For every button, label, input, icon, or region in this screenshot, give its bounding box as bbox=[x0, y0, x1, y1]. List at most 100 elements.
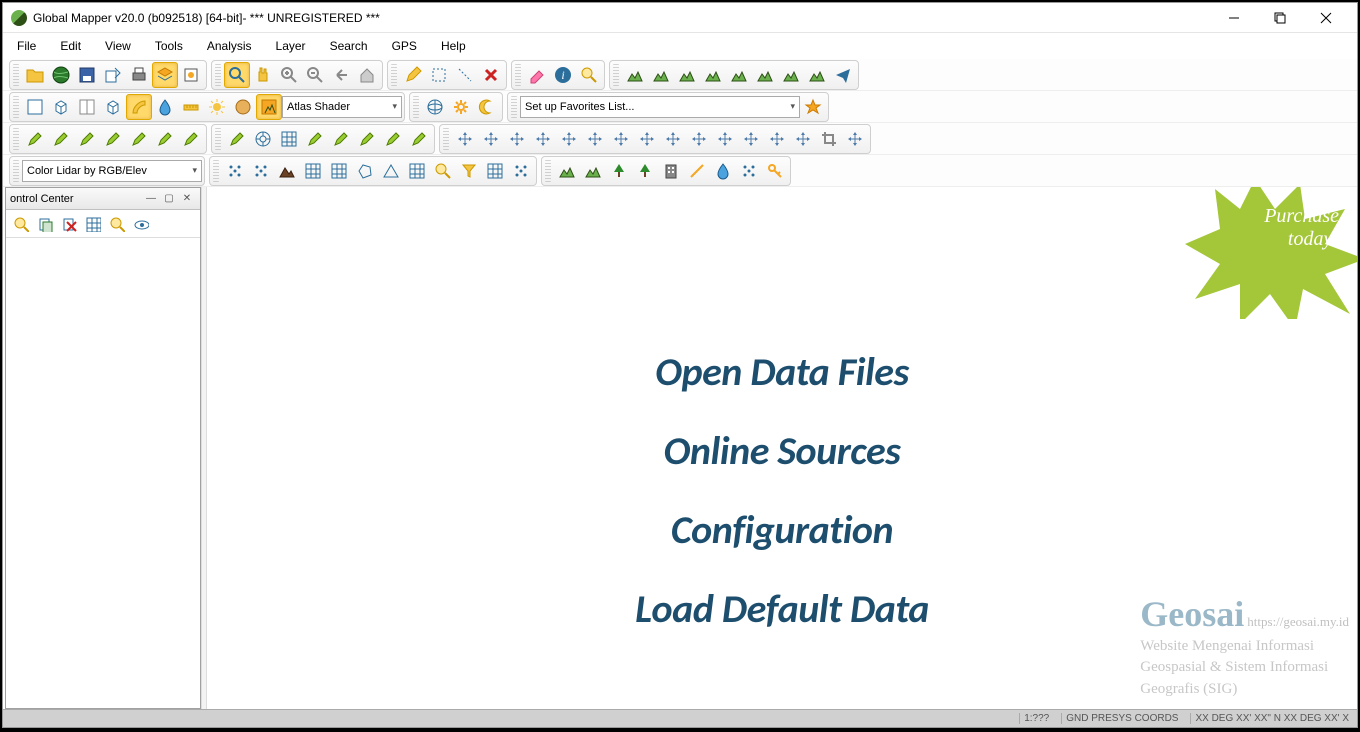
measure-button[interactable] bbox=[524, 62, 550, 88]
lidar-classify-button[interactable] bbox=[222, 158, 248, 184]
grip-icon[interactable] bbox=[215, 128, 221, 150]
atlas-shader-button[interactable] bbox=[256, 94, 282, 120]
paint-button[interactable] bbox=[126, 94, 152, 120]
panel-zoom-to-button[interactable] bbox=[10, 213, 32, 235]
terrain-5-button[interactable] bbox=[726, 62, 752, 88]
offset-button[interactable] bbox=[406, 126, 432, 152]
grip-icon[interactable] bbox=[13, 96, 19, 118]
open-button[interactable] bbox=[22, 62, 48, 88]
draw-freehand-button[interactable] bbox=[178, 126, 204, 152]
zoom-out-button[interactable] bbox=[302, 62, 328, 88]
save-button[interactable] bbox=[74, 62, 100, 88]
menu-help[interactable]: Help bbox=[431, 35, 476, 57]
draw-ellipse-button[interactable] bbox=[152, 126, 178, 152]
nudge-button[interactable] bbox=[660, 126, 686, 152]
grip-icon[interactable] bbox=[391, 64, 397, 86]
menu-view[interactable]: View bbox=[95, 35, 141, 57]
transform-crs-button[interactable] bbox=[764, 126, 790, 152]
view-3d-button[interactable] bbox=[48, 94, 74, 120]
minimize-button[interactable] bbox=[1211, 3, 1257, 33]
draw-area-button[interactable] bbox=[74, 126, 100, 152]
grip-icon[interactable] bbox=[443, 128, 449, 150]
grip-icon[interactable] bbox=[213, 160, 219, 182]
download-online-button[interactable] bbox=[48, 62, 74, 88]
zoom-in-button[interactable] bbox=[276, 62, 302, 88]
grid-create-button[interactable] bbox=[276, 126, 302, 152]
world-shading-button[interactable] bbox=[230, 94, 256, 120]
add-favorite-button[interactable] bbox=[800, 94, 826, 120]
menu-search[interactable]: Search bbox=[320, 35, 378, 57]
water-drop-button[interactable] bbox=[152, 94, 178, 120]
select-rect-button[interactable] bbox=[426, 62, 452, 88]
back-button[interactable] bbox=[328, 62, 354, 88]
lidar-extract-ground-button[interactable] bbox=[274, 158, 300, 184]
export-button[interactable] bbox=[100, 62, 126, 88]
class-powerline-button[interactable] bbox=[684, 158, 710, 184]
lidar-noise-button[interactable] bbox=[508, 158, 534, 184]
feature-info-button[interactable] bbox=[550, 62, 576, 88]
menu-file[interactable]: File bbox=[7, 35, 46, 57]
lidar-color-select[interactable]: Color Lidar by RGB/Elev▾ bbox=[22, 160, 202, 182]
panel-delete-button[interactable] bbox=[58, 213, 80, 235]
merge-feature-button[interactable] bbox=[380, 126, 406, 152]
lidar-density-button[interactable] bbox=[326, 158, 352, 184]
align-button[interactable] bbox=[582, 126, 608, 152]
close-button[interactable] bbox=[1303, 3, 1349, 33]
menu-gps[interactable]: GPS bbox=[382, 35, 427, 57]
crop-button[interactable] bbox=[816, 126, 842, 152]
georeference-button[interactable] bbox=[738, 126, 764, 152]
draw-circle-button[interactable] bbox=[126, 126, 152, 152]
reshape-button[interactable] bbox=[328, 126, 354, 152]
load-default-data-link[interactable]: Load Default Data bbox=[635, 584, 929, 633]
lidar-grid-button[interactable] bbox=[300, 158, 326, 184]
class-low-veg-button[interactable] bbox=[580, 158, 606, 184]
open-data-files-link[interactable]: Open Data Files bbox=[635, 347, 929, 396]
delete-feature-button[interactable] bbox=[478, 62, 504, 88]
grip-icon[interactable] bbox=[511, 96, 517, 118]
grip-icon[interactable] bbox=[515, 64, 521, 86]
grip-icon[interactable] bbox=[13, 64, 19, 86]
panel-grid-button[interactable] bbox=[82, 213, 104, 235]
globe-grid-button[interactable] bbox=[422, 94, 448, 120]
gear-button[interactable] bbox=[448, 94, 474, 120]
draw-rect-button[interactable] bbox=[100, 126, 126, 152]
menu-edit[interactable]: Edit bbox=[50, 35, 91, 57]
terrain-7-button[interactable] bbox=[778, 62, 804, 88]
shader-select[interactable]: Atlas Shader▾ bbox=[282, 96, 402, 118]
class-building-button[interactable] bbox=[658, 158, 684, 184]
panel-copy-button[interactable] bbox=[34, 213, 56, 235]
class-med-veg-button[interactable] bbox=[606, 158, 632, 184]
purchase-burst-text[interactable]: Purchase today! bbox=[1264, 205, 1339, 251]
map-canvas[interactable]: Open Data Files Online Sources Configura… bbox=[207, 187, 1357, 709]
terrain-3-button[interactable] bbox=[674, 62, 700, 88]
configuration-button[interactable] bbox=[178, 62, 204, 88]
menu-analysis[interactable]: Analysis bbox=[197, 35, 262, 57]
draw-line-button[interactable] bbox=[48, 126, 74, 152]
view-2d-button[interactable] bbox=[22, 94, 48, 120]
grip-icon[interactable] bbox=[215, 64, 221, 86]
grip-icon[interactable] bbox=[13, 160, 19, 182]
grip-icon[interactable] bbox=[613, 64, 619, 86]
flip-v-button[interactable] bbox=[556, 126, 582, 152]
print-button[interactable] bbox=[126, 62, 152, 88]
distribute-button[interactable] bbox=[608, 126, 634, 152]
class-key-button[interactable] bbox=[762, 158, 788, 184]
grip-icon[interactable] bbox=[13, 128, 19, 150]
lidar-tile-button[interactable] bbox=[404, 158, 430, 184]
ruler-button[interactable] bbox=[178, 94, 204, 120]
panel-search-button[interactable] bbox=[106, 213, 128, 235]
edit-vertex-button[interactable] bbox=[224, 126, 250, 152]
snap-button[interactable] bbox=[634, 126, 660, 152]
clip-button[interactable] bbox=[842, 126, 868, 152]
lidar-find-button[interactable] bbox=[430, 158, 456, 184]
lidar-filter-button[interactable] bbox=[456, 158, 482, 184]
zoom-tool-button[interactable] bbox=[224, 62, 250, 88]
menu-tools[interactable]: Tools bbox=[145, 35, 193, 57]
search-button[interactable] bbox=[576, 62, 602, 88]
terrain-2-button[interactable] bbox=[648, 62, 674, 88]
move-button[interactable] bbox=[452, 126, 478, 152]
control-center-button[interactable] bbox=[152, 62, 178, 88]
online-sources-link[interactable]: Online Sources bbox=[635, 426, 929, 475]
reproject-button[interactable] bbox=[790, 126, 816, 152]
configuration-link[interactable]: Configuration bbox=[635, 505, 929, 554]
